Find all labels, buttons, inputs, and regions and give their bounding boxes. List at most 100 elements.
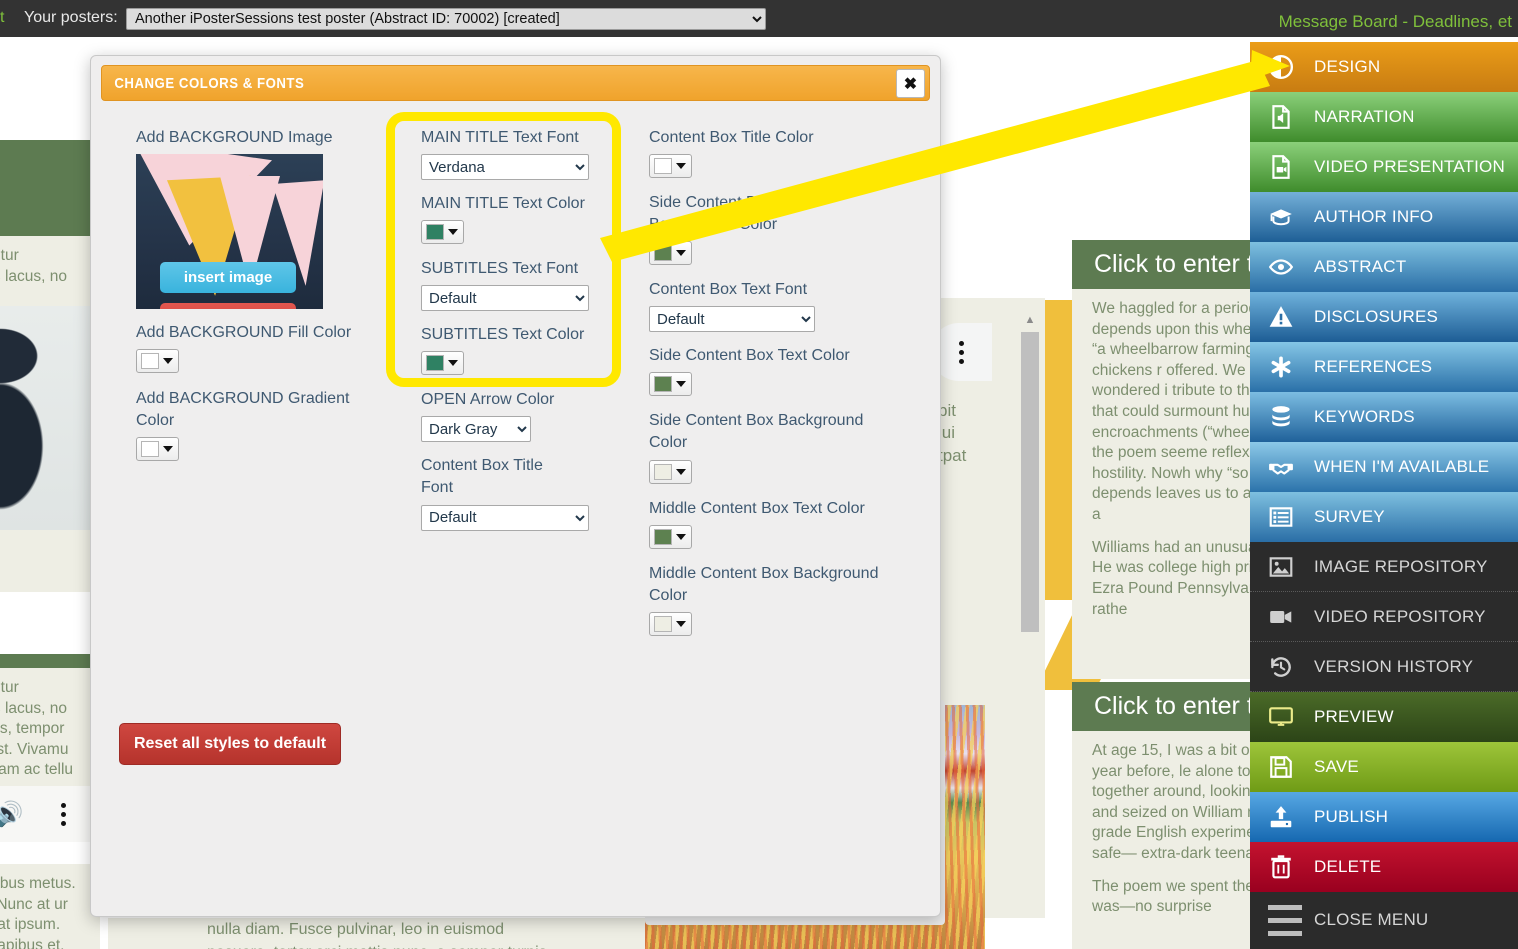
close-icon[interactable]: ✖ [896, 69, 925, 98]
field-open-arrow-color: OPEN Arrow Color Dark Gray [421, 389, 621, 443]
left-box-spacer [0, 530, 100, 592]
menu-item-when-im-available[interactable]: WHEN I'M AVAILABLE [1250, 442, 1518, 492]
upload-icon [1268, 804, 1314, 830]
menu-item-label: IMAGE REPOSITORY [1314, 556, 1488, 576]
content-box-text-font-select[interactable]: Default [649, 306, 815, 333]
side-box-bg-color-label: Side Content Box Background Color [649, 412, 864, 452]
field-background-fill-color: Add BACKGROUND Fill Color [136, 322, 386, 374]
content-box-title-color-label: Content Box Title Color [649, 129, 814, 146]
modal-column-right: Content Box Title Color Side Content Box… [649, 127, 909, 650]
menu-item-image-repository[interactable]: IMAGE REPOSITORY [1250, 542, 1518, 592]
menu-item-preview[interactable]: PREVIEW [1250, 692, 1518, 742]
side-box-text-color-picker[interactable] [649, 372, 692, 397]
content-box-title-font-select[interactable]: Default [421, 504, 589, 531]
topbar-left-stub: t [0, 9, 5, 26]
color-swatch [654, 463, 672, 480]
chevron-down-icon [676, 163, 686, 170]
field-content-box-text-font: Content Box Text Font Default [649, 279, 909, 333]
color-swatch [141, 353, 159, 370]
kebab-menu-icon[interactable] [61, 802, 67, 826]
menu-item-video-presentation[interactable]: VIDEO PRESENTATION [1250, 142, 1518, 192]
main-title-color-picker[interactable] [421, 220, 464, 245]
poster-photo-person [0, 306, 100, 530]
scroll-up-arrow-icon[interactable]: ▲ [1018, 308, 1042, 332]
menu-item-label: VIDEO REPOSITORY [1314, 606, 1486, 626]
menu-item-label: SAVE [1314, 757, 1359, 776]
chevron-down-icon [676, 620, 686, 627]
contrast-icon [1268, 54, 1314, 80]
history-icon [1268, 654, 1314, 680]
chevron-down-icon [163, 358, 173, 365]
menu-item-delete[interactable]: DELETE [1250, 842, 1518, 892]
menu-item-narration[interactable]: NARRATION [1250, 92, 1518, 142]
menu-item-keywords[interactable]: KEYWORDS [1250, 392, 1518, 442]
subtitles-font-select[interactable]: Default [421, 285, 589, 312]
menu-item-label: CLOSE MENU [1314, 910, 1429, 929]
left-box-body-b: ctetur rtis lacus, no felis, tempor l es… [0, 668, 100, 786]
menu-item-label: ABSTRACT [1314, 257, 1407, 276]
menu-item-survey[interactable]: SURVEY [1250, 492, 1518, 542]
main-title-font-label: MAIN TITLE Text Font [421, 129, 579, 146]
poster-select[interactable]: Another iPosterSessions test poster (Abs… [126, 8, 766, 30]
field-background-image: Add BACKGROUND Image insert image remove… [136, 127, 386, 310]
menu-item-save[interactable]: SAVE [1250, 742, 1518, 792]
left-gap-2 [0, 842, 100, 864]
color-swatch [654, 528, 672, 545]
background-fill-color-picker[interactable] [136, 349, 179, 374]
background-gradient-color-picker[interactable] [136, 437, 179, 462]
content-box-title-color-picker[interactable] [649, 154, 692, 179]
chevron-down-icon [676, 250, 686, 257]
menu-item-author-info[interactable]: AUTHOR INFO [1250, 192, 1518, 242]
side-box-title-bg-color-picker[interactable] [649, 241, 692, 266]
scrollbar-thumb[interactable] [1021, 332, 1039, 632]
message-board-link[interactable]: Message Board - Deadlines, et [1279, 12, 1512, 32]
menu-item-disclosures[interactable]: DISCLOSURES [1250, 292, 1518, 342]
open-arrow-color-select[interactable]: Dark Gray [421, 416, 531, 443]
remove-image-button[interactable]: remove image [160, 303, 296, 310]
color-swatch [654, 615, 672, 632]
menu-item-label: AUTHOR INFO [1314, 207, 1434, 226]
chevron-down-icon [448, 229, 458, 236]
speaker-icon[interactable]: 🔊 [0, 800, 23, 829]
menu-item-label: DELETE [1314, 857, 1382, 876]
hamburger-icon [1268, 901, 1314, 940]
menu-item-references[interactable]: REFERENCES [1250, 342, 1518, 392]
color-swatch [426, 224, 444, 241]
subtitles-color-picker[interactable] [421, 351, 464, 376]
video-camera-icon [1268, 604, 1314, 630]
insert-image-button[interactable]: insert image [160, 262, 296, 294]
side-box-bg-color-picker[interactable] [649, 459, 692, 484]
modal-header: CHANGE COLORS & FONTS ✖ [101, 65, 930, 101]
menu-item-label: NARRATION [1314, 107, 1415, 126]
menu-item-version-history[interactable]: VERSION HISTORY [1250, 642, 1518, 692]
middle-box-scrollbar[interactable]: ▲ [1018, 308, 1042, 638]
reset-all-styles-button[interactable]: Reset all styles to default [119, 723, 341, 765]
database-icon [1268, 404, 1314, 430]
color-swatch [426, 355, 444, 372]
left-box-gap [0, 592, 100, 654]
menu-item-close-menu[interactable]: CLOSE MENU [1250, 892, 1518, 942]
middle-box-text-fragment: pit lui tpat [938, 401, 967, 465]
poster-left-column: ctetur rtis lacus, no ctetur rtis lacus,… [0, 140, 100, 949]
menu-item-label: WHEN I'M AVAILABLE [1314, 457, 1490, 476]
kebab-menu-icon[interactable] [958, 340, 964, 364]
left-box-title [0, 140, 100, 236]
main-title-font-select[interactable]: Verdana [421, 154, 589, 181]
menu-item-publish[interactable]: PUBLISH [1250, 792, 1518, 842]
menu-item-abstract[interactable]: ABSTRACT [1250, 242, 1518, 292]
middle-box-text-color-picker[interactable] [649, 524, 692, 549]
menu-item-label: REFERENCES [1314, 357, 1433, 376]
menu-item-video-repository[interactable]: VIDEO REPOSITORY [1250, 592, 1518, 642]
color-swatch [654, 245, 672, 262]
field-subtitles-font: SUBTITLES Text Font Default [421, 258, 621, 312]
background-image-thumbnail[interactable]: insert image remove image [136, 154, 323, 310]
menu-item-label: DESIGN [1314, 57, 1381, 76]
field-side-box-title-bg-color: Side Content Box Title Background Color [649, 192, 909, 266]
subtitles-color-label: SUBTITLES Text Color [421, 326, 585, 344]
background-gradient-color-label: Add BACKGROUND Gradient Color [136, 390, 350, 430]
menu-item-label: KEYWORDS [1314, 407, 1415, 426]
top-bar: t Your posters: Another iPosterSessions … [0, 0, 1518, 37]
chevron-down-icon [676, 533, 686, 540]
middle-box-bg-color-picker[interactable] [649, 611, 692, 636]
menu-item-design[interactable]: DESIGN [1250, 42, 1518, 92]
